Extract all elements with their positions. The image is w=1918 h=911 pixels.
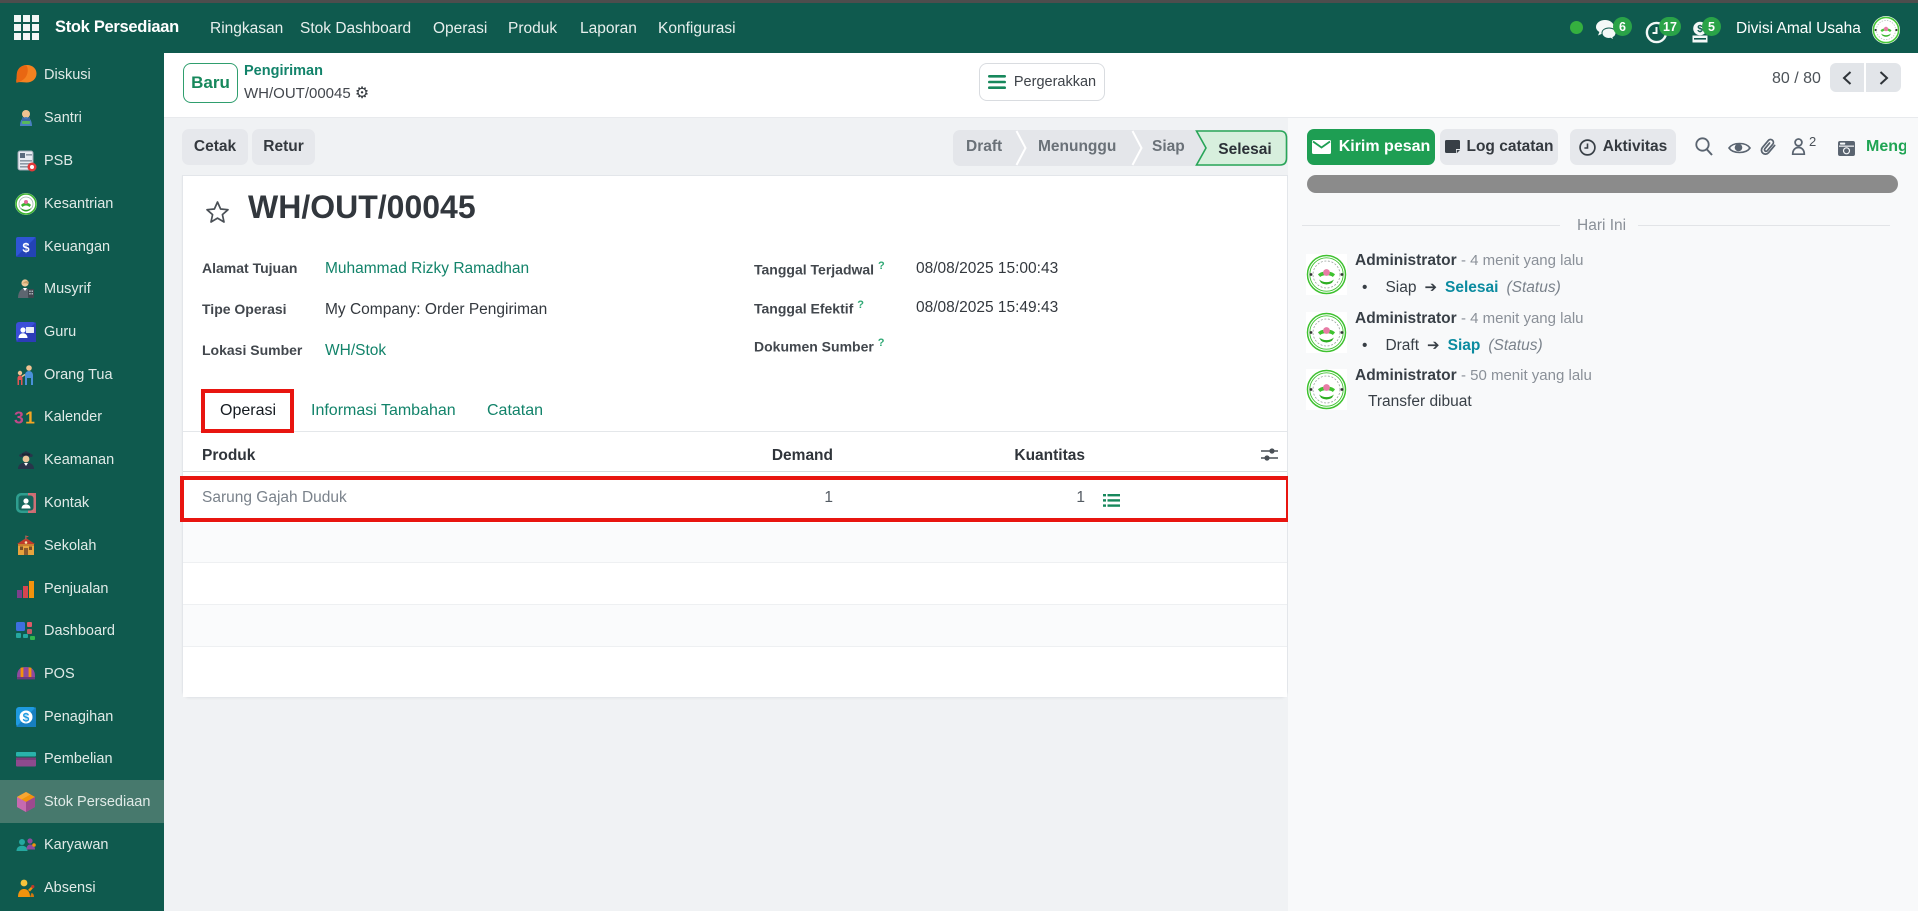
svg-text:1: 1 xyxy=(25,407,35,427)
svg-text:Selesai: Selesai xyxy=(1218,141,1271,158)
svg-text:$: $ xyxy=(23,710,30,724)
svg-text:$: $ xyxy=(22,240,30,255)
svg-text:3: 3 xyxy=(14,407,24,427)
